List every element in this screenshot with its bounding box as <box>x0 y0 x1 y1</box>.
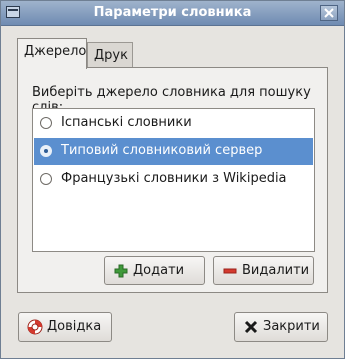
source-item-label: Типовий словниковий сервер <box>61 143 263 158</box>
remove-button[interactable]: Видалити <box>213 256 314 285</box>
help-button[interactable]: Довідка <box>18 312 112 342</box>
close-icon <box>324 8 334 18</box>
tab-print[interactable]: Друк <box>87 42 133 68</box>
source-item-french-wikipedia[interactable]: Французькі словники з Wikipedia <box>34 166 313 193</box>
tab-source-label: Джерело <box>24 44 87 59</box>
source-list[interactable]: Іспанські словники Типовий словниковий с… <box>32 108 315 252</box>
lifebuoy-icon <box>27 319 43 335</box>
remove-button-label: Видалити <box>242 263 310 278</box>
source-item-label: Іспанські словники <box>61 115 192 130</box>
source-item-spanish[interactable]: Іспанські словники <box>34 110 313 137</box>
radio-button[interactable] <box>40 117 52 129</box>
source-item-default-server[interactable]: Типовий словниковий сервер <box>34 138 313 165</box>
radio-button[interactable] <box>40 145 52 157</box>
close-icon <box>244 320 258 334</box>
source-panel: Виберіть джерело словника для пошуку слі… <box>17 67 328 293</box>
dictionary-preferences-window: Параметри словника Джерело Друк Виберіть… <box>0 0 345 359</box>
close-button-label: Закрити <box>263 319 320 334</box>
titlebar[interactable]: Параметри словника <box>1 1 344 26</box>
tab-print-label: Друк <box>94 48 128 63</box>
tab-source[interactable]: Джерело <box>17 38 87 69</box>
close-button[interactable]: Закрити <box>234 312 328 342</box>
add-button[interactable]: Додати <box>104 256 205 285</box>
add-button-label: Додати <box>133 263 185 278</box>
window-title: Параметри словника <box>93 5 252 20</box>
window-close-button[interactable] <box>320 5 338 21</box>
minus-icon <box>223 268 237 274</box>
radio-button[interactable] <box>40 173 52 185</box>
help-button-label: Довідка <box>47 319 102 334</box>
plus-icon <box>114 264 128 278</box>
source-item-label: Французькі словники з Wikipedia <box>61 171 287 186</box>
